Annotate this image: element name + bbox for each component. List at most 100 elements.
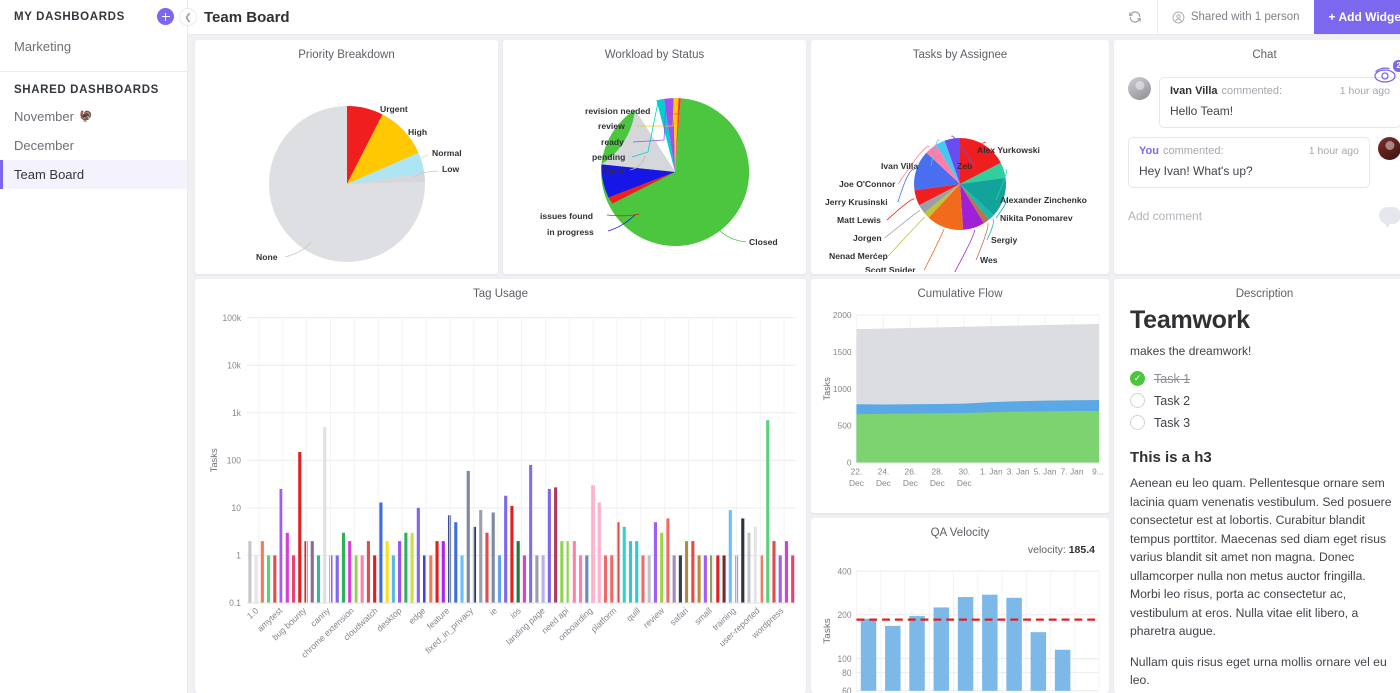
x-tick-label: edge bbox=[407, 605, 428, 626]
sidebar-item-label: December bbox=[14, 138, 74, 153]
bar bbox=[598, 502, 601, 603]
pie-label-in-progress: in progress bbox=[547, 227, 594, 237]
bar bbox=[629, 541, 632, 603]
bar bbox=[772, 541, 775, 603]
pie-label-ivan-villa: Ivan Villa bbox=[881, 161, 918, 171]
widget-tasks-by-assignee: Tasks by Assignee Alex YurkowskiAlexande… bbox=[811, 40, 1109, 274]
sidebar-item-november[interactable]: November 🦃 bbox=[0, 102, 187, 131]
x-tick-label: Dec bbox=[876, 478, 892, 488]
bar bbox=[673, 555, 676, 603]
shared-with-button[interactable]: Shared with 1 person bbox=[1157, 0, 1314, 34]
pie-leader-line bbox=[924, 229, 944, 270]
y-tick-label: 1k bbox=[232, 408, 242, 418]
add-comment-row[interactable]: Add comment bbox=[1114, 197, 1400, 224]
y-tick-label: 2000 bbox=[833, 310, 852, 320]
y-tick-label: 100 bbox=[838, 653, 852, 664]
x-tick-label: 26. bbox=[905, 467, 917, 477]
bar bbox=[267, 555, 270, 603]
chat-bubble[interactable]: Ivan Villa commented: 1 hour ago Hello T… bbox=[1159, 77, 1400, 128]
bar bbox=[1031, 632, 1046, 691]
pie-label-sergiy: Sergiy bbox=[991, 235, 1017, 245]
turkey-emoji-icon: 🦃 bbox=[79, 110, 93, 123]
bar bbox=[467, 471, 470, 603]
pie-label-none: None bbox=[256, 252, 278, 262]
bar bbox=[323, 427, 326, 603]
widget-title: QA Velocity bbox=[811, 518, 1109, 539]
pie-label-pending: pending bbox=[592, 152, 625, 162]
x-tick-label: safari bbox=[668, 605, 690, 627]
chat-timestamp: 1 hour ago bbox=[1309, 145, 1359, 157]
bar bbox=[392, 555, 395, 603]
description-body: Teamwork makes the dreamwork! ✓ Task 1 T… bbox=[1114, 300, 1400, 690]
page-title: Team Board bbox=[204, 9, 290, 26]
checklist-label: Task 1 bbox=[1154, 372, 1190, 386]
eye-icon[interactable]: 2 bbox=[1373, 66, 1399, 89]
x-tick-label: review bbox=[641, 605, 666, 630]
add-comment-input[interactable]: Add comment bbox=[1128, 209, 1202, 223]
y-tick-label: 1500 bbox=[833, 347, 852, 357]
sidebar-item-label: November bbox=[14, 109, 74, 124]
refresh-icon[interactable] bbox=[1113, 0, 1157, 34]
chevron-left-icon[interactable]: ❮ bbox=[179, 8, 197, 26]
sidebar-item-team-board[interactable]: Team Board bbox=[0, 160, 187, 189]
bar bbox=[523, 555, 526, 603]
bar bbox=[885, 626, 900, 691]
x-tick-label: platform bbox=[589, 605, 618, 634]
y-tick-label: 80 bbox=[842, 668, 851, 679]
velocity-label: velocity: bbox=[1028, 544, 1066, 556]
tasks-by-assignee-chart: Alex YurkowskiAlexander ZinchenkoNikita … bbox=[815, 64, 1105, 272]
bar bbox=[298, 452, 301, 603]
check-icon[interactable]: ✓ bbox=[1130, 371, 1145, 386]
bar bbox=[666, 518, 669, 603]
x-tick-label: Dec bbox=[957, 478, 973, 488]
chat-bubble[interactable]: You commented: 1 hour ago Hey Ivan! What… bbox=[1128, 137, 1370, 188]
y-tick-label: 100 bbox=[227, 455, 241, 465]
add-widget-button[interactable]: + Add Widget bbox=[1314, 0, 1400, 34]
bar bbox=[248, 541, 251, 603]
bar bbox=[704, 555, 707, 603]
checkbox-icon[interactable] bbox=[1130, 393, 1145, 408]
sidebar-item-marketing[interactable]: Marketing bbox=[0, 32, 187, 61]
bar bbox=[1055, 650, 1070, 691]
x-tick-label: Dec bbox=[903, 478, 919, 488]
widget-title: Workload by Status bbox=[503, 40, 806, 61]
y-tick-label: 500 bbox=[838, 421, 852, 431]
bar bbox=[255, 555, 258, 603]
chat-author: You bbox=[1139, 145, 1159, 157]
checklist-item[interactable]: Task 3 bbox=[1130, 415, 1399, 430]
bar bbox=[579, 555, 582, 603]
speech-bubble-icon[interactable] bbox=[1379, 207, 1400, 224]
workload-by-status-chart: revision needed review ready pending Ope… bbox=[507, 64, 802, 272]
description-subtitle: makes the dreamwork! bbox=[1130, 344, 1399, 358]
bar bbox=[779, 555, 782, 603]
checkbox-icon[interactable] bbox=[1130, 415, 1145, 430]
pie-label-ready: ready bbox=[601, 137, 624, 147]
y-tick-label: 100k bbox=[223, 313, 242, 323]
plus-circle-icon[interactable] bbox=[158, 9, 173, 24]
bar bbox=[361, 555, 364, 603]
chat-message: You commented: 1 hour ago Hey Ivan! What… bbox=[1128, 137, 1400, 188]
pie-leader-line bbox=[898, 169, 914, 202]
bar bbox=[367, 541, 370, 603]
pie-label-urgent: Urgent bbox=[380, 104, 408, 114]
sidebar-my-dashboards-header: MY DASHBOARDS bbox=[0, 0, 187, 32]
description-paragraph: Nullam quis risus eget urna mollis ornar… bbox=[1130, 653, 1399, 690]
widget-tag-usage: Tag Usage 100k10k1k1001010.1Tasks1.0amyt… bbox=[195, 279, 806, 693]
shared-dashboards-label: SHARED DASHBOARDS bbox=[0, 72, 187, 102]
sidebar-item-december[interactable]: December bbox=[0, 131, 187, 160]
bar bbox=[529, 465, 532, 603]
pie-label-alex-yurkowski: Alex Yurkowski bbox=[977, 145, 1040, 155]
bar bbox=[273, 555, 276, 603]
widget-title: Priority Breakdown bbox=[195, 40, 498, 61]
bar bbox=[548, 489, 551, 603]
checklist-item[interactable]: Task 2 bbox=[1130, 393, 1399, 408]
bar bbox=[909, 616, 924, 691]
checklist-item[interactable]: ✓ Task 1 bbox=[1130, 371, 1399, 386]
bar bbox=[585, 555, 588, 603]
bar bbox=[623, 527, 626, 603]
avatar bbox=[1378, 137, 1400, 160]
bar bbox=[398, 541, 401, 603]
bar bbox=[648, 555, 651, 603]
bar bbox=[454, 522, 457, 603]
y-tick-label: 0.1 bbox=[229, 598, 241, 608]
